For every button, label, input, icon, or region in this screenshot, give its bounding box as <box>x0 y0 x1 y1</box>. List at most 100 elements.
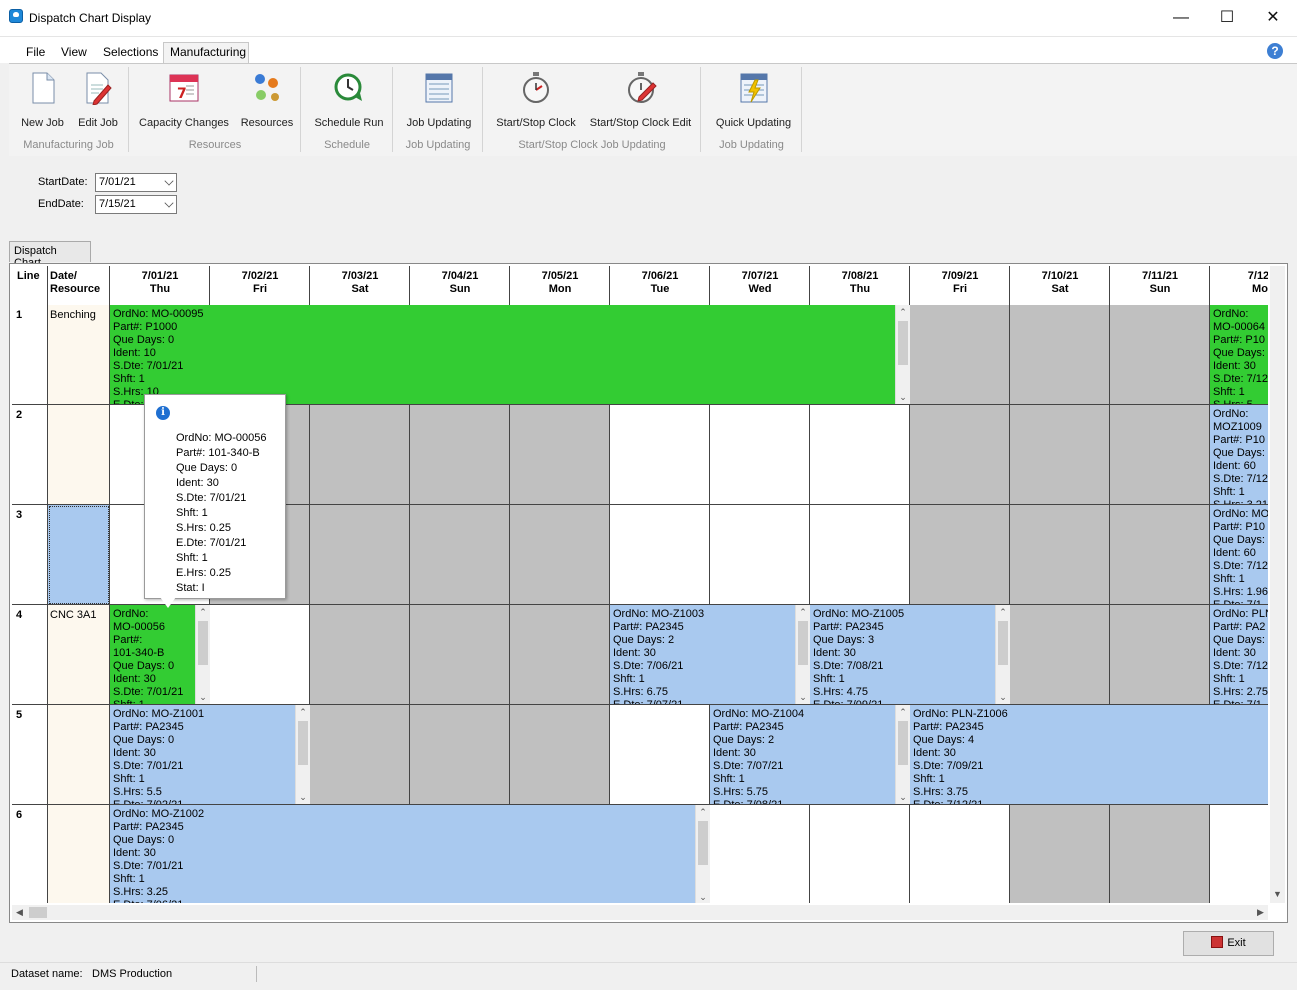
chevron-up-icon[interactable]: ⌃ <box>996 605 1010 619</box>
unavailable-cell <box>310 505 610 605</box>
svg-text:7: 7 <box>177 86 187 102</box>
resources-button[interactable]: Resources <box>239 71 295 131</box>
unavailable-cell <box>310 705 610 805</box>
scroll-thumb[interactable] <box>198 621 208 665</box>
job-scrollbar[interactable]: ⌃ ⌄ <box>695 805 710 903</box>
menu-view[interactable]: View <box>61 45 87 59</box>
chevron-up-icon[interactable]: ⌃ <box>896 305 910 319</box>
close-button[interactable]: ✕ <box>1250 0 1296 36</box>
end-date-label: EndDate: <box>38 198 84 210</box>
scroll-thumb[interactable] <box>298 721 308 765</box>
tab-dispatch-chart[interactable]: Dispatch Chart <box>9 241 91 269</box>
minimize-button[interactable]: — <box>1158 0 1204 36</box>
start-date-label: StartDate: <box>38 176 88 188</box>
group-start-stop-clock: Start/Stop Clock Job Updating <box>518 139 666 151</box>
job-line: Part#: PA2 <box>1213 621 1266 633</box>
scroll-thumb[interactable] <box>29 907 47 918</box>
job-line: Que Days: <box>1213 634 1265 646</box>
chevron-up-icon[interactable]: ⌃ <box>796 605 810 619</box>
chevron-up-icon[interactable]: ⌃ <box>696 805 710 819</box>
header-date: 7/07/21 <box>741 270 779 282</box>
quick-updating-label: Quick Updating <box>715 117 792 129</box>
date-header: 7/10/21 Sat <box>1010 270 1110 296</box>
chevron-down-icon[interactable]: ⌄ <box>196 690 210 704</box>
selected-resource-cell[interactable] <box>48 505 110 605</box>
header-date: 7/06/21 <box>641 270 679 282</box>
job-block[interactable]: OrdNo: MO-00064 Part#: P10 Que Days: Ident: … <box>1210 305 1268 404</box>
edit-job-button[interactable]: Edit Job <box>72 71 124 131</box>
status-separator <box>256 966 257 982</box>
title-bar <box>0 0 1297 37</box>
job-block[interactable]: OrdNo: MO-Z1005 Part#: PA2345 Que Days: 3I… <box>810 605 1010 704</box>
chevron-down-icon[interactable] <box>164 198 174 208</box>
start-date-picker[interactable]: 7/01/21 <box>95 173 177 192</box>
quick-updating-button[interactable]: Quick Updating <box>712 71 795 131</box>
window-title: Dispatch Chart Display <box>29 11 152 25</box>
job-block[interactable]: OrdNo: MOZ1009 Part#: P10 Que Days: Ident: 6… <box>1210 405 1268 504</box>
chevron-down-icon[interactable]: ⌄ <box>896 390 910 404</box>
date-header: 7/04/21 Sun <box>410 270 510 296</box>
date-header: 7/05/21 Mon <box>510 270 610 296</box>
scroll-down-icon[interactable]: ▼ <box>1270 889 1285 903</box>
scroll-thumb[interactable] <box>898 721 908 765</box>
header-day: Mo <box>1252 283 1268 295</box>
chevron-up-icon[interactable]: ⌃ <box>296 705 310 719</box>
scroll-thumb[interactable] <box>998 621 1008 665</box>
job-line: Que Days: <box>1213 447 1265 459</box>
job-block[interactable]: OrdNo: MO-Z1002 Part#: PA2345 Que Days: 0I… <box>110 805 710 903</box>
maximize-button[interactable]: ☐ <box>1204 0 1250 36</box>
job-block[interactable]: OrdNo: MO-00095 Part#: P1000 Que Days: 0 Id… <box>110 305 910 404</box>
scroll-thumb[interactable] <box>698 821 708 865</box>
chevron-down-icon[interactable]: ⌄ <box>296 790 310 804</box>
job-block[interactable]: OrdNo: MO-Z1001 Part#: PA2345 Que Days: 0I… <box>110 705 310 804</box>
header-date: 7/10/21 <box>1041 270 1079 282</box>
job-block[interactable]: OrdNo: MO-Z1004 Part#: PA2345 Que Days: 2I… <box>710 705 910 804</box>
job-scrollbar[interactable]: ⌃ ⌄ <box>795 605 810 704</box>
start-stop-clock-edit-button[interactable]: Start/Stop Clock Edit <box>587 71 694 131</box>
end-date-picker[interactable]: 7/15/21 <box>95 195 177 214</box>
chevron-down-icon[interactable]: ⌄ <box>796 690 810 704</box>
capacity-changes-button[interactable]: 7 Capacity Changes <box>138 71 230 131</box>
job-line: OrdNo: MO-Z1005 <box>813 608 905 620</box>
job-block[interactable]: OrdNo: PLN Part#: PA2 Que Days: Ident: 30 S.… <box>1210 605 1268 704</box>
job-scrollbar[interactable]: ⌃ ⌄ <box>895 305 910 404</box>
header-line: Line <box>17 270 40 282</box>
job-scrollbar[interactable]: ⌃ ⌄ <box>895 705 910 804</box>
scroll-left-icon[interactable]: ◀ <box>12 905 27 920</box>
schedule-run-button[interactable]: Schedule Run <box>311 71 387 131</box>
new-job-button[interactable]: New Job <box>15 71 70 131</box>
chevron-up-icon[interactable]: ⌃ <box>896 705 910 719</box>
header-day: Sun <box>449 283 471 295</box>
job-scrollbar[interactable]: ⌃ ⌄ <box>295 705 310 804</box>
schedule-run-label: Schedule Run <box>314 117 384 129</box>
job-block[interactable]: OrdNo: MO-00056 Part#: 101-340-B Que Days: 0… <box>110 605 210 704</box>
menu-manufacturing[interactable]: Manufacturing <box>170 45 246 59</box>
job-scrollbar[interactable]: ⌃ ⌄ <box>995 605 1010 704</box>
grid-line <box>47 266 48 903</box>
job-scrollbar[interactable]: ⌃ ⌄ <box>195 605 210 704</box>
start-stop-clock-button[interactable]: Start/Stop Clock <box>493 71 579 131</box>
tooltip-line: Stat: I <box>176 582 205 594</box>
menu-file[interactable]: File <box>26 45 45 59</box>
scroll-right-icon[interactable]: ▶ <box>1253 905 1268 920</box>
job-block[interactable]: OrdNo: MO Part#: P10 Que Days: Ident: 60 S.D… <box>1210 505 1268 604</box>
vertical-scrollbar[interactable]: ▼ <box>1270 266 1285 903</box>
menu-selections[interactable]: Selections <box>103 45 158 59</box>
job-updating-button[interactable]: Job Updating <box>402 71 476 131</box>
scroll-thumb[interactable] <box>898 321 908 365</box>
job-line: Que Days: 2 <box>613 634 675 646</box>
chevron-down-icon[interactable]: ⌄ <box>996 690 1010 704</box>
chevron-up-icon[interactable]: ⌃ <box>196 605 210 619</box>
scroll-thumb[interactable] <box>798 621 808 665</box>
job-block[interactable]: OrdNo: PLN-Z1006 Part#: PA2345 Que Days: 4… <box>910 705 1268 804</box>
help-icon[interactable]: ? <box>1267 43 1283 59</box>
chevron-down-icon[interactable] <box>164 176 174 186</box>
exit-button[interactable]: Exit <box>1183 931 1274 956</box>
horizontal-scrollbar[interactable]: ◀ ▶ <box>12 905 1268 920</box>
chevron-down-icon[interactable]: ⌄ <box>696 890 710 903</box>
header-date: 7/02/21 <box>241 270 279 282</box>
unavailable-cell <box>310 405 610 505</box>
chevron-down-icon[interactable]: ⌄ <box>896 790 910 804</box>
job-block[interactable]: OrdNo: MO-Z1003 Part#: PA2345 Que Days: 2I… <box>610 605 810 704</box>
grid-line <box>1109 266 1110 903</box>
